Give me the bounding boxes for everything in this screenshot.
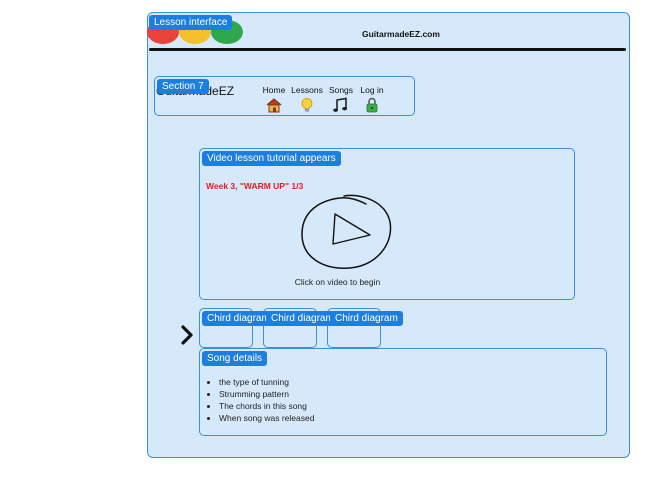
- chord-card-label: Chird diagram: [202, 311, 275, 326]
- list-item: When song was released: [219, 412, 314, 424]
- list-item: The chords in this song: [219, 400, 314, 412]
- song-details-list: the type of tunning Strumming pattern Th…: [206, 376, 314, 424]
- nav-home[interactable]: Home: [256, 85, 292, 113]
- lightbulb-icon: [301, 98, 313, 112]
- music-note-icon: [333, 97, 347, 112]
- chevron-right-icon[interactable]: [180, 324, 194, 346]
- header-divider: [149, 48, 626, 51]
- video-panel-label: Video lesson tutorial appears: [202, 151, 341, 166]
- song-details-label: Song details: [202, 351, 268, 366]
- chord-card-label: Chird diagram: [266, 311, 339, 326]
- nav-lessons[interactable]: Lessons: [289, 85, 325, 113]
- site-title: GuitarmadeEZ.com: [362, 29, 440, 39]
- nav-lessons-label: Lessons: [291, 85, 323, 95]
- nav-home-label: Home: [262, 85, 286, 95]
- chord-card-label: Chird diagram: [330, 311, 403, 326]
- nav-login[interactable]: Log in: [354, 85, 390, 113]
- list-item: the type of tunning: [219, 376, 314, 388]
- play-icon[interactable]: [300, 194, 392, 270]
- house-icon: [266, 98, 282, 113]
- list-item: Strumming pattern: [219, 388, 314, 400]
- lock-icon: [366, 97, 378, 113]
- section-label: Section 7: [157, 79, 209, 94]
- frame-label: Lesson interface: [149, 15, 233, 30]
- video-caption: Click on video to begin: [294, 277, 381, 287]
- nav-login-label: Log in: [360, 85, 384, 95]
- week-title: Week 3, "WARM UP" 1/3: [206, 181, 304, 191]
